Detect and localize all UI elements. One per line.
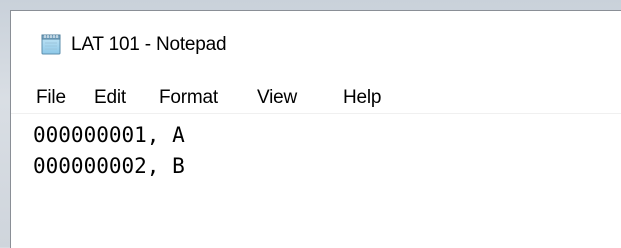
menu-file[interactable]: File — [36, 83, 66, 113]
editor-line: 000000001, A — [33, 123, 185, 147]
menu-view[interactable]: View — [257, 83, 297, 113]
notepad-icon — [40, 33, 62, 55]
editor-line: 000000002, B — [33, 154, 185, 178]
text-editor[interactable]: 000000001, A 000000002, B — [11, 114, 621, 248]
menu-bar: File Edit Format View Help — [11, 83, 621, 113]
window-title: LAT 101 - Notepad — [71, 34, 227, 55]
menu-format[interactable]: Format — [159, 83, 218, 113]
menu-help[interactable]: Help — [343, 83, 381, 113]
title-bar[interactable]: LAT 101 - Notepad — [11, 11, 621, 71]
notepad-window: LAT 101 - Notepad File Edit Format View … — [10, 10, 621, 248]
menu-edit[interactable]: Edit — [94, 83, 126, 113]
